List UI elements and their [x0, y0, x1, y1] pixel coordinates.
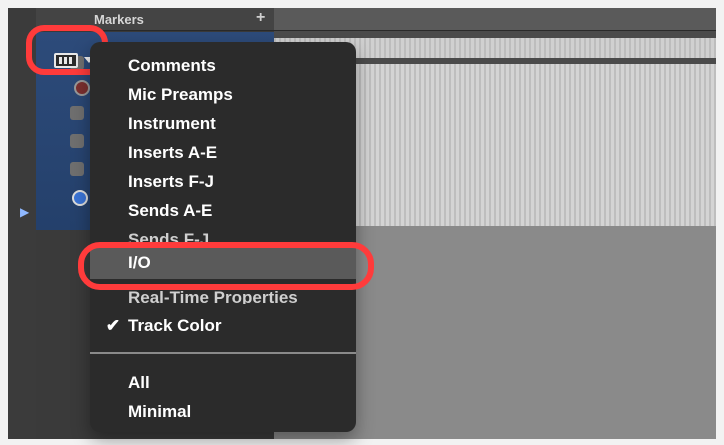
menu-item-all[interactable]: All — [90, 369, 356, 397]
menu-item-label: Inserts A-E — [128, 143, 218, 162]
checkmark-icon: ✔ — [105, 316, 121, 335]
column-view-menu: Comments Mic Preamps Instrument Inserts … — [90, 42, 356, 432]
menu-item-label: Sends A-E — [128, 201, 213, 220]
menu-item-label: Minimal — [128, 402, 192, 421]
menu-item-track-color[interactable]: ✔ Track Color — [90, 312, 356, 340]
menu-item-label: Instrument — [128, 114, 216, 133]
timeline-ruler — [274, 8, 716, 31]
menu-item-label: All — [128, 373, 150, 392]
menu-item-label: Mic Preamps — [128, 85, 233, 104]
track-control-3[interactable] — [70, 134, 84, 148]
menu-item-label: Track Color — [128, 316, 222, 335]
menu-separator — [90, 352, 356, 354]
menu-item-inserts-f-j[interactable]: Inserts F-J — [90, 168, 356, 196]
track-control-4[interactable] — [70, 162, 84, 176]
menu-item-minimal[interactable]: Minimal — [90, 398, 356, 426]
menu-item-mic-preamps[interactable]: Mic Preamps — [90, 81, 356, 109]
add-marker-button[interactable]: + — [256, 9, 265, 27]
track-knob[interactable] — [74, 80, 90, 96]
menu-item-label: Comments — [128, 56, 216, 75]
play-arrow-icon[interactable]: ▶ — [20, 205, 29, 219]
track-control-2[interactable] — [70, 106, 84, 120]
markers-label: Markers — [94, 12, 144, 27]
left-rail — [8, 8, 36, 439]
menu-item-label: Real-Time Properties — [128, 288, 298, 304]
highlight-ring-io — [78, 242, 374, 290]
menu-item-label: Inserts F-J — [128, 172, 214, 191]
menu-item-instrument[interactable]: Instrument — [90, 110, 356, 138]
track-input-icon[interactable] — [72, 190, 88, 206]
menu-item-inserts-a-e[interactable]: Inserts A-E — [90, 139, 356, 167]
menu-item-comments[interactable]: Comments — [90, 52, 356, 80]
menu-item-sends-a-e[interactable]: Sends A-E — [90, 197, 356, 225]
